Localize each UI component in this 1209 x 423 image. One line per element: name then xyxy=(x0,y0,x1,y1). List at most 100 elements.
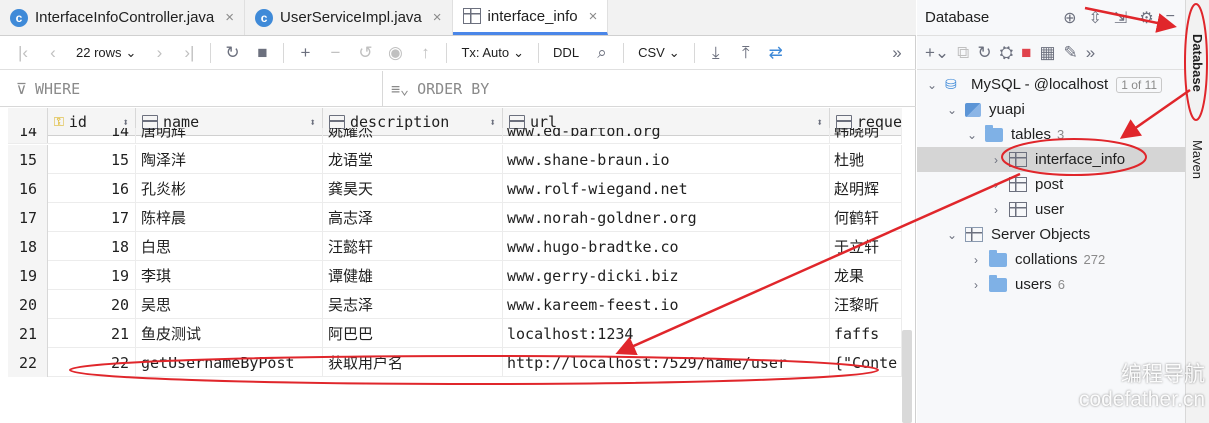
chevron-right-icon[interactable]: › xyxy=(989,178,1003,192)
close-icon[interactable]: × xyxy=(225,9,234,26)
tree-node-tables[interactable]: ⌄ tables 3 xyxy=(917,122,1185,147)
search-icon[interactable]: ⌕ xyxy=(589,40,615,66)
refresh-icon[interactable]: ↻ xyxy=(219,40,245,66)
tree-node-interface-info[interactable]: › interface_info xyxy=(917,147,1185,172)
gear-icon[interactable]: ⚙ xyxy=(1139,8,1153,28)
table-row[interactable]: 16 16 孔炎彬 龚昊天 www.rolf-wiegand.net 赵明辉 xyxy=(8,174,902,203)
chevron-right-icon[interactable]: › xyxy=(989,153,1003,167)
cell-description[interactable]: 汪懿轩 xyxy=(323,232,503,261)
cell-name[interactable]: 鱼皮测试 xyxy=(136,319,323,348)
previous-page-icon[interactable]: ‹ xyxy=(40,40,66,66)
cell-id[interactable]: 17 xyxy=(48,203,136,232)
sort-icon[interactable]: ⬍ xyxy=(309,116,316,129)
cell-url[interactable]: www.ed-barton.org xyxy=(503,128,830,143)
where-filter-input[interactable]: ⊽ WHERE xyxy=(0,71,383,106)
cell-id[interactable]: 15 xyxy=(48,145,136,174)
table-row[interactable]: 19 19 李琪 谭健雄 www.gerry-dicki.biz 龙果 xyxy=(8,261,902,290)
cell-id[interactable]: 22 xyxy=(48,348,136,377)
tree-node-user[interactable]: › user xyxy=(917,197,1185,222)
last-page-icon[interactable]: ›| xyxy=(176,40,202,66)
sort-icon[interactable]: ⬍ xyxy=(816,116,823,129)
tab-user-service-impl[interactable]: c UserServiceImpl.java × xyxy=(245,0,453,35)
cell-description[interactable]: 获取用户名 xyxy=(323,348,503,377)
database-tool-button[interactable]: Database xyxy=(1190,34,1205,92)
chevron-down-icon[interactable]: ⌄ xyxy=(965,128,979,142)
cell-name[interactable]: 陈梓晨 xyxy=(136,203,323,232)
cell-id[interactable]: 14 xyxy=(48,128,136,143)
edit-icon[interactable]: ✎ xyxy=(1064,43,1078,63)
chevron-right-icon[interactable]: › xyxy=(969,278,983,292)
cell-name[interactable]: 孔炎彬 xyxy=(136,174,323,203)
collapse-icon[interactable]: ⇳ xyxy=(1089,8,1102,28)
cell-id[interactable]: 16 xyxy=(48,174,136,203)
sort-icon[interactable]: ⬍ xyxy=(489,116,496,129)
cell-url[interactable]: www.rolf-wiegand.net xyxy=(503,174,830,203)
chevron-down-icon[interactable]: ⌄ xyxy=(925,78,939,92)
upload-icon[interactable]: ⤒ xyxy=(733,40,759,66)
cell-request[interactable]: 韩晓明 xyxy=(830,128,902,143)
cell-url[interactable]: www.kareem-feest.io xyxy=(503,290,830,319)
cell-description[interactable]: 龙语堂 xyxy=(323,145,503,174)
tree-node-schema[interactable]: ⌄ yuapi xyxy=(917,97,1185,122)
cell-request[interactable]: faffs xyxy=(830,319,902,348)
tab-interface-info-controller[interactable]: c InterfaceInfoController.java × xyxy=(0,0,246,35)
cell-description[interactable]: 阿巴巴 xyxy=(323,319,503,348)
cell-url[interactable]: localhost:1234 xyxy=(503,319,830,348)
table-row[interactable]: 20 20 吴思 吴志泽 www.kareem-feest.io 汪黎昕 xyxy=(8,290,902,319)
chevron-right-icon[interactable]: › xyxy=(969,253,983,267)
chevron-down-icon[interactable]: ⌄ xyxy=(945,228,959,242)
revert-icon[interactable]: ↺ xyxy=(352,40,378,66)
chevron-right-icon[interactable]: › xyxy=(989,203,1003,217)
refresh-icon[interactable]: ↻ xyxy=(977,43,991,63)
tab-interface-info[interactable]: interface_info × xyxy=(452,0,609,35)
sort-icon[interactable]: ⬍ xyxy=(122,116,129,129)
cell-request[interactable]: 于立轩 xyxy=(830,232,902,261)
order-by-input[interactable]: ≡⌄ ORDER BY xyxy=(383,71,916,106)
export-format-selector[interactable]: CSV ⌄ xyxy=(632,45,686,61)
table-row[interactable]: 22 22 getUsernameByPost 获取用户名 http://localho… xyxy=(8,348,902,377)
cell-url[interactable]: www.norah-goldner.org xyxy=(503,203,830,232)
more-icon[interactable]: » xyxy=(1086,43,1095,63)
submit-icon[interactable]: ↑ xyxy=(412,40,438,66)
cell-url[interactable]: www.gerry-dicki.biz xyxy=(503,261,830,290)
table-view-icon[interactable]: ▦ xyxy=(1039,43,1055,63)
expand-icon[interactable]: ⇲ xyxy=(1114,8,1127,28)
stop-icon[interactable]: ■ xyxy=(249,40,275,66)
minimize-icon[interactable]: − xyxy=(1166,8,1175,28)
cell-request[interactable]: {"Conte xyxy=(830,348,902,377)
maven-tool-button[interactable]: Maven xyxy=(1190,140,1205,179)
locate-icon[interactable]: ⊕ xyxy=(1063,8,1076,28)
more-icon[interactable]: » xyxy=(884,40,910,66)
add-icon[interactable]: +⌄ xyxy=(925,43,949,63)
table-row[interactable]: 18 18 白思 汪懿轩 www.hugo-bradtke.co 于立轩 xyxy=(8,232,902,261)
preview-icon[interactable]: ◉ xyxy=(382,40,408,66)
cell-request[interactable]: 何鹤轩 xyxy=(830,203,902,232)
stop-icon[interactable]: ■ xyxy=(1021,43,1031,63)
table-row[interactable]: 21 21 鱼皮测试 阿巴巴 localhost:1234 faffs xyxy=(8,319,902,348)
cell-id[interactable]: 19 xyxy=(48,261,136,290)
compare-icon[interactable]: ⇄ xyxy=(763,40,789,66)
schema-icon[interactable]: ⛭ xyxy=(1000,43,1014,63)
close-icon[interactable]: × xyxy=(589,8,598,25)
tree-node-collations[interactable]: › collations 272 xyxy=(917,247,1185,272)
cell-request[interactable]: 杜驰 xyxy=(830,145,902,174)
cell-name[interactable]: 李琪 xyxy=(136,261,323,290)
add-row-icon[interactable]: + xyxy=(292,40,318,66)
first-page-icon[interactable]: |‹ xyxy=(10,40,36,66)
download-icon[interactable]: ⤓ xyxy=(703,40,729,66)
cell-request[interactable]: 赵明辉 xyxy=(830,174,902,203)
cell-id[interactable]: 18 xyxy=(48,232,136,261)
transaction-mode-selector[interactable]: Tx: Auto ⌄ xyxy=(455,45,530,61)
cell-description[interactable]: 吴志泽 xyxy=(323,290,503,319)
cell-description[interactable]: 高志泽 xyxy=(323,203,503,232)
cell-name[interactable]: 陶泽洋 xyxy=(136,145,323,174)
tree-node-users[interactable]: › users 6 xyxy=(917,272,1185,297)
rows-selector[interactable]: 22 rows ⌄ xyxy=(70,45,142,61)
next-page-icon[interactable]: › xyxy=(146,40,172,66)
cell-name[interactable]: 吴思 xyxy=(136,290,323,319)
close-icon[interactable]: × xyxy=(433,9,442,26)
table-row[interactable]: 17 17 陈梓晨 高志泽 www.norah-goldner.org 何鹤轩 xyxy=(8,203,902,232)
cell-description[interactable]: 龚昊天 xyxy=(323,174,503,203)
cell-id[interactable]: 20 xyxy=(48,290,136,319)
cell-url[interactable]: http://localhost:7529/name/user xyxy=(503,348,830,377)
